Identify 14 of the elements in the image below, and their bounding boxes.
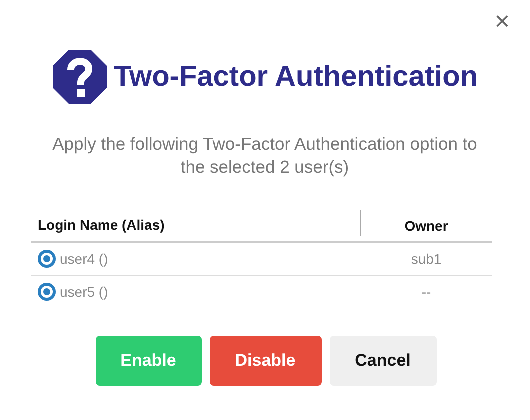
login-name: user5 () [60,284,108,300]
owner-cell-text: sub1 [410,251,443,267]
column-header: Login Name (Alias) [31,210,361,236]
dialog-message: Apply the following Two-Factor Authentication option to the selected 2 user(s) [52,133,478,179]
disable-button[interactable]: Disable [210,336,322,386]
radio-icon[interactable] [38,283,56,301]
column-header: Owner [404,218,450,234]
question-icon [52,49,108,105]
owner-cell-text: -- [420,284,432,300]
radio-icon[interactable] [38,250,56,268]
close-button[interactable]: × [492,8,512,34]
dialog-title: Two-Factor Authentication [114,60,478,94]
login-name: user4 () [60,251,108,267]
cancel-button[interactable]: Cancel [330,336,436,386]
